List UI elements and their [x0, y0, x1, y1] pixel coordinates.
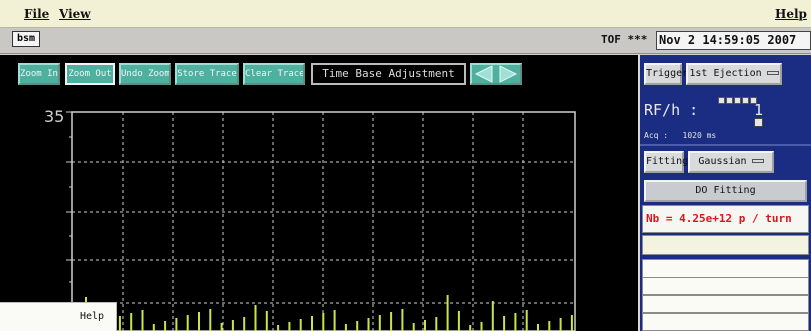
result-field-1	[642, 235, 809, 255]
clear-trace-button[interactable]: Clear Trace	[243, 63, 305, 85]
rfh-stepper-icon[interactable]	[754, 118, 763, 127]
triangle-left-icon[interactable]	[474, 65, 493, 83]
info-row: bsm TOF *** Nov 2 14:59:05 2007	[0, 28, 811, 54]
menu-view[interactable]: View	[59, 7, 91, 21]
plot-grid	[72, 112, 575, 331]
result-field-4	[642, 295, 809, 313]
y-axis-top-label: 35	[44, 107, 65, 126]
help-popup-label: Help	[80, 311, 105, 322]
dropdown-indicator-icon	[766, 71, 779, 75]
signal-trace	[85, 295, 573, 331]
fitting-label: Fitting	[644, 151, 688, 173]
result-field-2	[642, 259, 809, 279]
zoom-out-button[interactable]: Zoom Out	[65, 63, 115, 85]
help-popup[interactable]: Help	[0, 302, 117, 331]
menu-help[interactable]: Help	[775, 7, 807, 21]
acquisition-time: Acq : 1020 ms	[644, 131, 717, 140]
square-icon[interactable]	[742, 97, 749, 104]
square-icon[interactable]	[718, 97, 725, 104]
trigger-dropdown[interactable]: 1st Ejection	[686, 63, 782, 85]
fitting-value: Gaussian	[698, 156, 747, 167]
menu-bar: File View Help	[0, 0, 811, 28]
rf-harmonic-selector[interactable]	[718, 89, 758, 108]
time-base-arrows	[470, 63, 522, 85]
right-control-panel: Trigger 1st Ejection RF/h : 1 Acq : 1020…	[638, 55, 811, 331]
trigger-label: Trigger	[644, 63, 688, 85]
square-icon[interactable]	[734, 97, 741, 104]
do-fitting-button[interactable]: DO Fitting	[644, 180, 807, 202]
dropdown-indicator-icon	[751, 159, 764, 163]
trigger-value: 1st Ejection	[689, 68, 762, 79]
menu-file-label: File	[24, 7, 50, 21]
undo-zoom-button[interactable]: Undo Zoom	[119, 63, 171, 85]
time-base-arrow-svg	[474, 65, 518, 83]
plot-panel: Zoom In Zoom Out Undo Zoom Store Trace C…	[0, 55, 638, 331]
menu-help-label: Help	[775, 7, 807, 21]
triangle-right-icon[interactable]	[499, 65, 518, 83]
time-base-adjustment-label: Time Base Adjustment	[311, 63, 466, 85]
y-ticks	[66, 111, 72, 304]
result-field-5	[642, 313, 809, 331]
zoom-in-button[interactable]: Zoom In	[18, 63, 60, 85]
datetime-display: Nov 2 14:59:05 2007	[656, 31, 811, 50]
fitting-dropdown[interactable]: Gaussian	[688, 151, 774, 173]
tab-bsm[interactable]: bsm	[12, 31, 40, 47]
rfh-label: RF/h :	[644, 101, 699, 119]
menu-file[interactable]: File	[24, 7, 49, 21]
menu-view-label: View	[59, 7, 91, 21]
trace-plot[interactable]	[0, 55, 638, 331]
rfh-value: 1	[754, 101, 764, 119]
square-icon[interactable]	[726, 97, 733, 104]
nb-result-display: Nb = 4.25e+12 p / turn	[642, 205, 809, 233]
panel-divider	[640, 144, 811, 146]
store-trace-button[interactable]: Store Trace	[175, 63, 239, 85]
tof-status-label: TOF ***	[601, 33, 648, 46]
result-field-3	[642, 277, 809, 295]
